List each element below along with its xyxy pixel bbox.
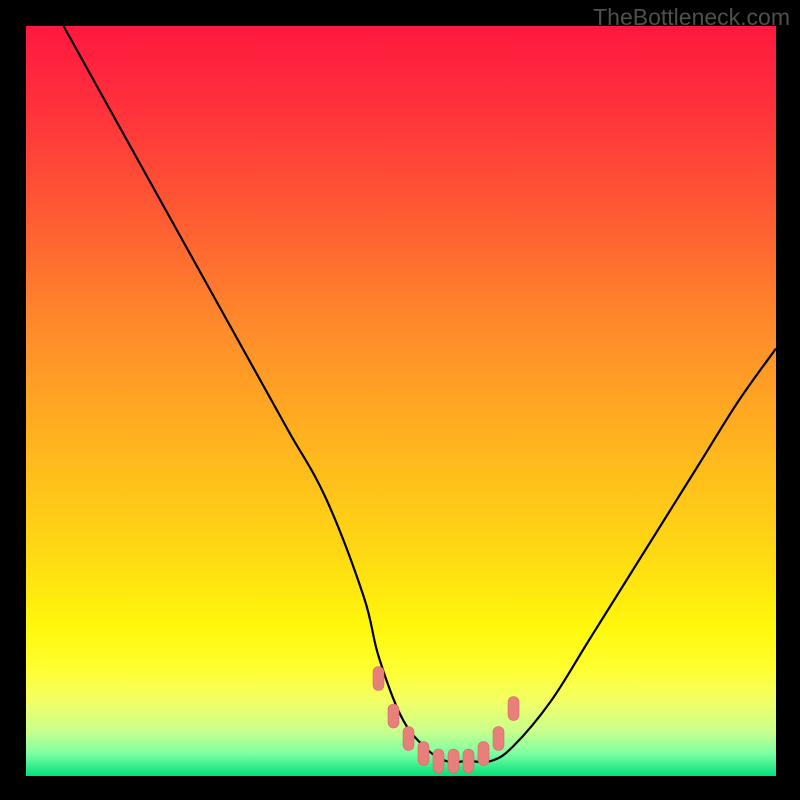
marker-point <box>418 742 429 766</box>
marker-point <box>478 742 489 766</box>
marker-point <box>463 749 474 773</box>
plot-area <box>26 26 776 776</box>
marker-point <box>448 749 459 773</box>
marker-point <box>403 727 414 751</box>
marker-point <box>493 727 504 751</box>
marker-point <box>388 704 399 728</box>
chart-frame: TheBottleneck.com <box>0 0 800 800</box>
gradient-background <box>26 26 776 776</box>
marker-point <box>433 749 444 773</box>
bottleneck-chart <box>26 26 776 776</box>
marker-point <box>373 667 384 691</box>
marker-point <box>508 697 519 721</box>
